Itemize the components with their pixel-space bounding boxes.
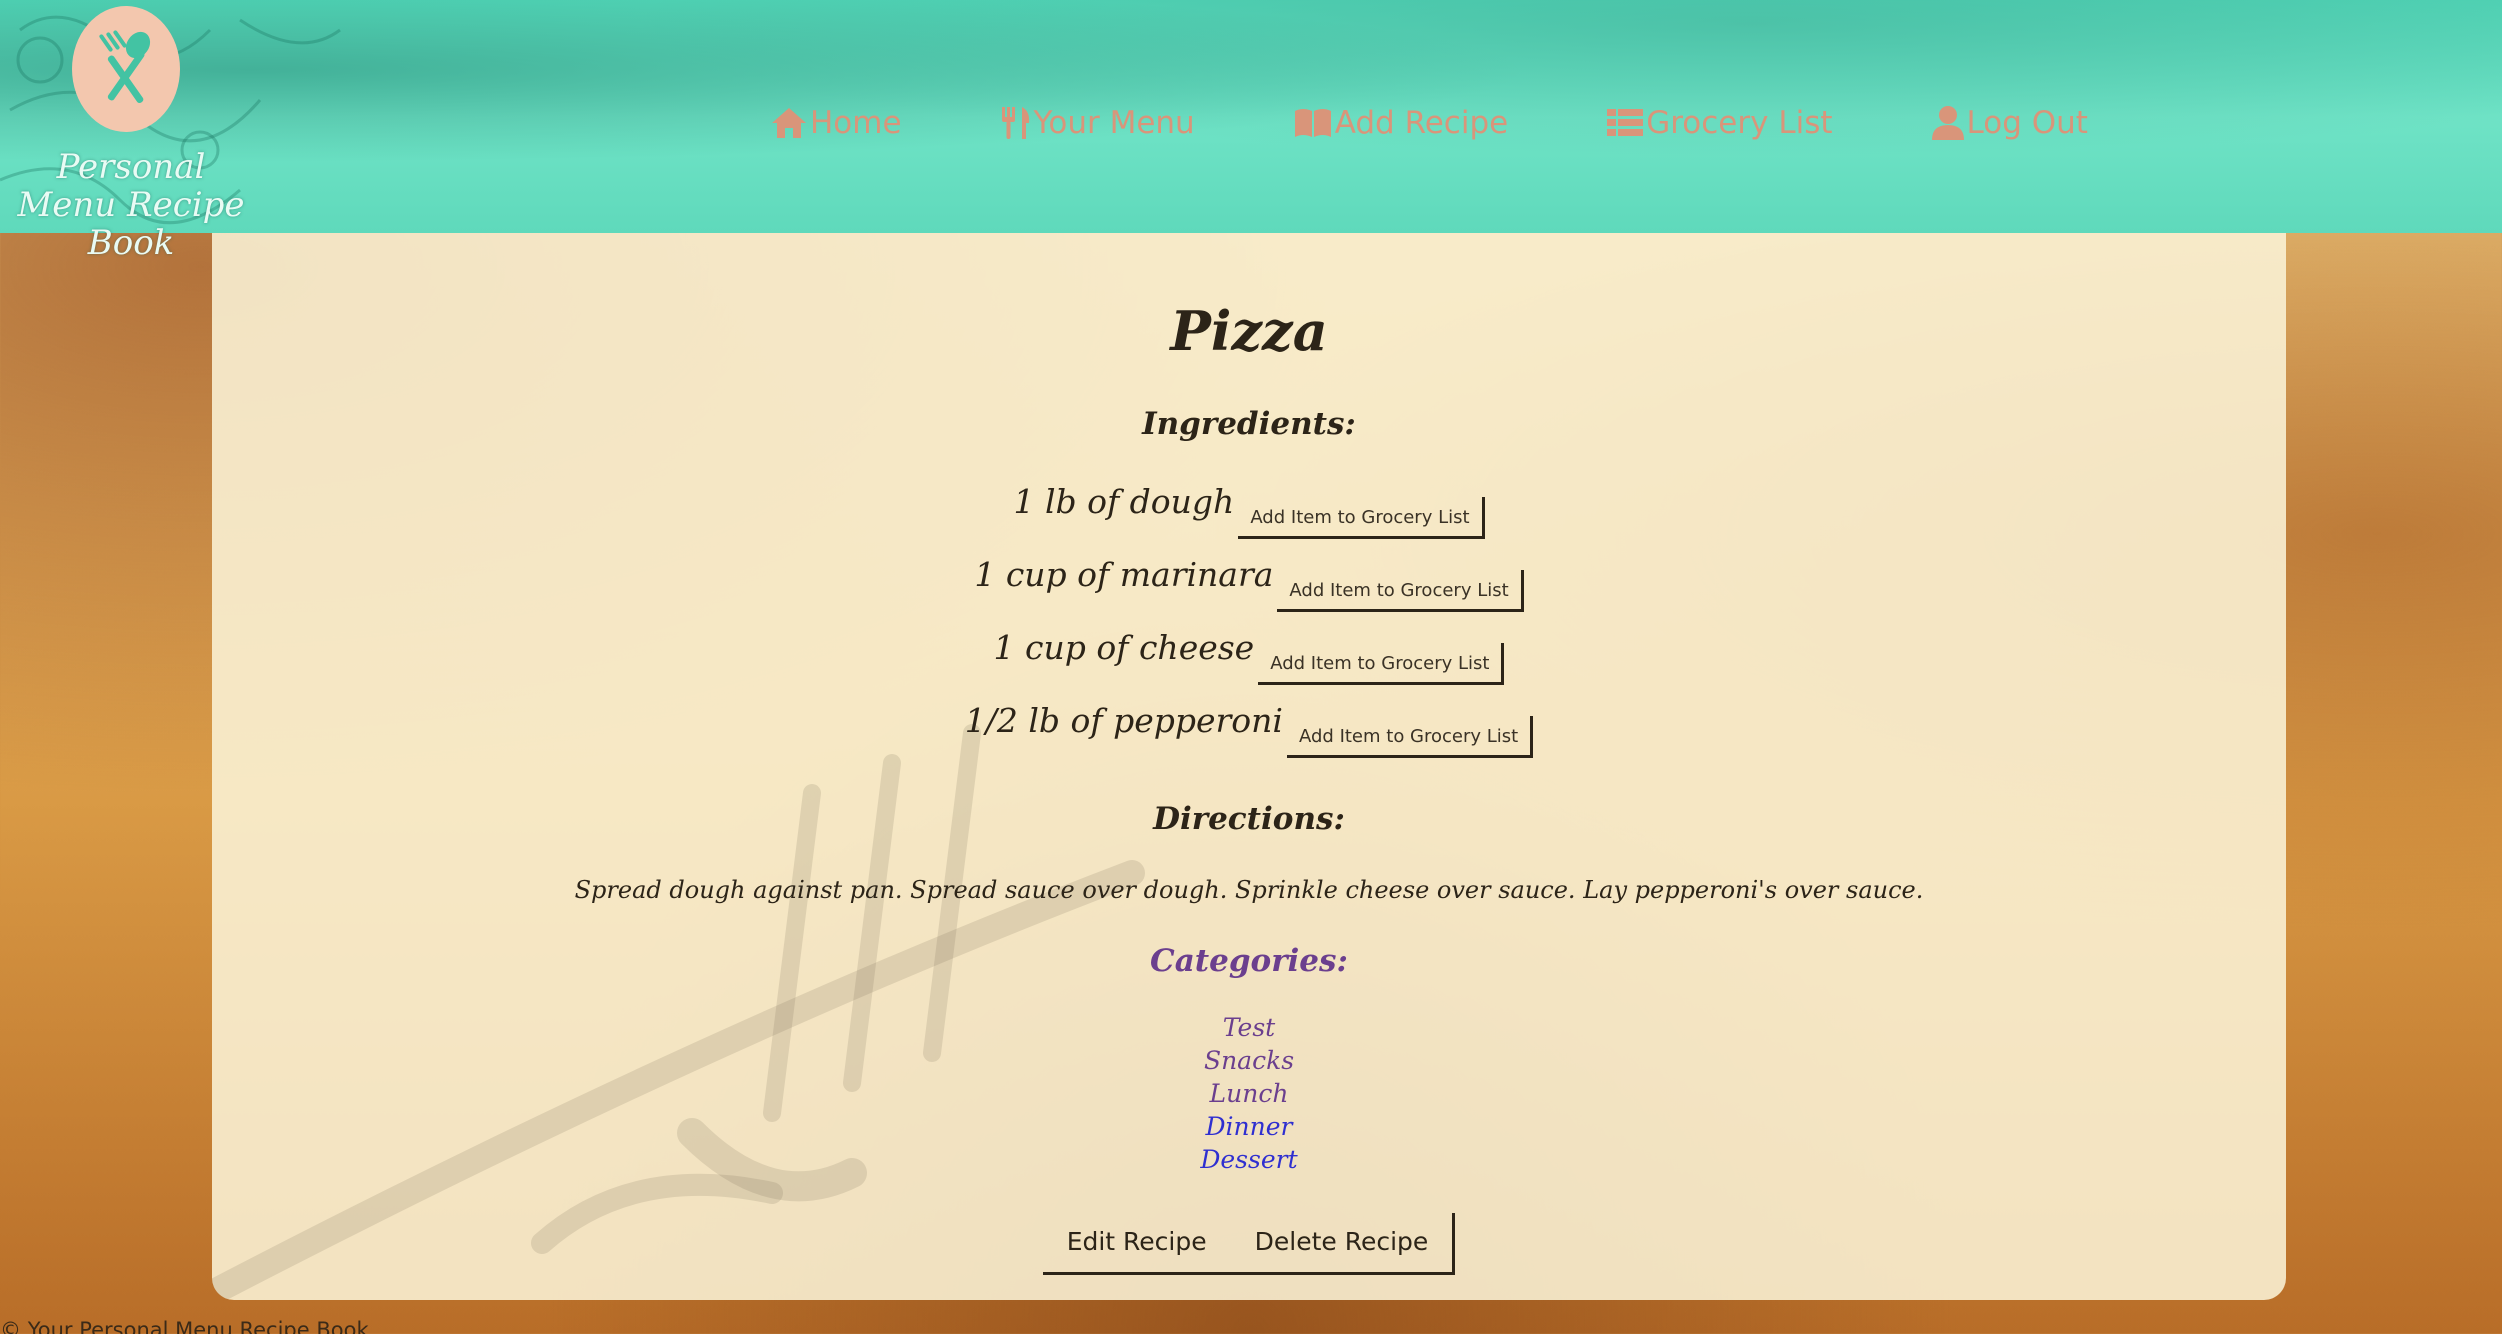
ingredients-heading: Ingredients:	[1142, 406, 1356, 442]
list-item: Test	[212, 1011, 2286, 1044]
ingredient-row: 1 lb of dough Add Item to Grocery List	[212, 473, 2286, 546]
category-link-dessert[interactable]: Dessert	[1200, 1145, 1297, 1174]
ingredient-row: 1 cup of cheese Add Item to Grocery List	[212, 619, 2286, 692]
nav-grocery-list-label: Grocery List	[1646, 105, 1833, 141]
category-link-lunch[interactable]: Lunch	[1210, 1079, 1289, 1108]
nav-add-recipe-label: Add Recipe	[1334, 105, 1509, 141]
category-link-snacks[interactable]: Snacks	[1204, 1046, 1294, 1075]
ingredient-text: 1/2 lb of pepperoni	[964, 701, 1283, 740]
categories-heading: Categories:	[1150, 943, 1348, 979]
directions-heading: Directions:	[1153, 801, 1345, 837]
site-footer: © Your Personal Menu Recipe Book	[0, 1318, 369, 1334]
site-header: Personal Menu Recipe Book Home Your Menu…	[0, 0, 2502, 262]
list-item: Snacks	[212, 1044, 2286, 1077]
recipe-title: Pizza	[1170, 299, 1328, 363]
directions-text: Spread dough against pan. Spread sauce o…	[574, 876, 1924, 904]
brand-line-1: Personal	[56, 147, 206, 187]
ingredient-row: 1 cup of marinara Add Item to Grocery Li…	[212, 546, 2286, 619]
ingredient-text: 1 lb of dough	[1013, 482, 1235, 521]
add-to-grocery-list-button[interactable]: Add Item to Grocery List	[1287, 715, 1534, 758]
add-to-grocery-list-button[interactable]: Add Item to Grocery List	[1277, 569, 1524, 612]
list-icon	[1607, 109, 1644, 136]
main-nav: Home Your Menu Add Recipe Grocery List L…	[770, 105, 2186, 141]
recipe-actions: Edit Recipe Delete Recipe	[212, 1213, 2286, 1275]
categories-list: Test Snacks Lunch Dinner Dessert	[212, 1011, 2286, 1176]
add-to-grocery-list-button[interactable]: Add Item to Grocery List	[1258, 642, 1505, 685]
nav-home-label: Home	[810, 105, 902, 141]
category-link-dinner[interactable]: Dinner	[1206, 1112, 1293, 1141]
recipe-card: Pizza Ingredients: 1 lb of dough Add Ite…	[212, 233, 2286, 1300]
list-item: Dinner	[212, 1110, 2286, 1143]
ingredient-row: 1/2 lb of pepperoni Add Item to Grocery …	[212, 692, 2286, 765]
nav-your-menu[interactable]: Your Menu	[1000, 105, 1195, 141]
logo-badge	[72, 6, 180, 132]
brand-logo[interactable]: Personal Menu Recipe Book	[0, 0, 260, 262]
home-icon	[772, 108, 806, 138]
nav-add-recipe[interactable]: Add Recipe	[1293, 105, 1509, 141]
user-icon	[1931, 106, 1964, 140]
category-link-test[interactable]: Test	[1223, 1013, 1275, 1042]
action-buttons-group: Edit Recipe Delete Recipe	[1042, 1213, 1456, 1275]
footer-text: Your Personal Menu Recipe Book	[27, 1318, 369, 1334]
nav-your-menu-label: Your Menu	[1033, 105, 1195, 141]
delete-recipe-button[interactable]: Delete Recipe	[1231, 1213, 1453, 1272]
list-item: Lunch	[212, 1077, 2286, 1110]
nav-home[interactable]: Home	[770, 105, 902, 141]
nav-grocery-list[interactable]: Grocery List	[1606, 105, 1833, 141]
ingredient-text: 1 cup of cheese	[993, 628, 1255, 667]
nav-log-out-label: Log Out	[1966, 105, 2088, 141]
utensils-icon	[1001, 107, 1029, 139]
copyright-icon: ©	[0, 1318, 21, 1334]
book-icon	[1294, 109, 1331, 137]
list-item: Dessert	[212, 1143, 2286, 1176]
edit-recipe-button[interactable]: Edit Recipe	[1043, 1213, 1231, 1272]
add-to-grocery-list-button[interactable]: Add Item to Grocery List	[1238, 496, 1485, 539]
fork-spoon-icon	[99, 30, 151, 104]
ingredients-list: 1 lb of dough Add Item to Grocery List 1…	[212, 473, 2286, 765]
ingredient-text: 1 cup of marinara	[974, 555, 1274, 594]
nav-log-out[interactable]: Log Out	[1931, 105, 2088, 141]
